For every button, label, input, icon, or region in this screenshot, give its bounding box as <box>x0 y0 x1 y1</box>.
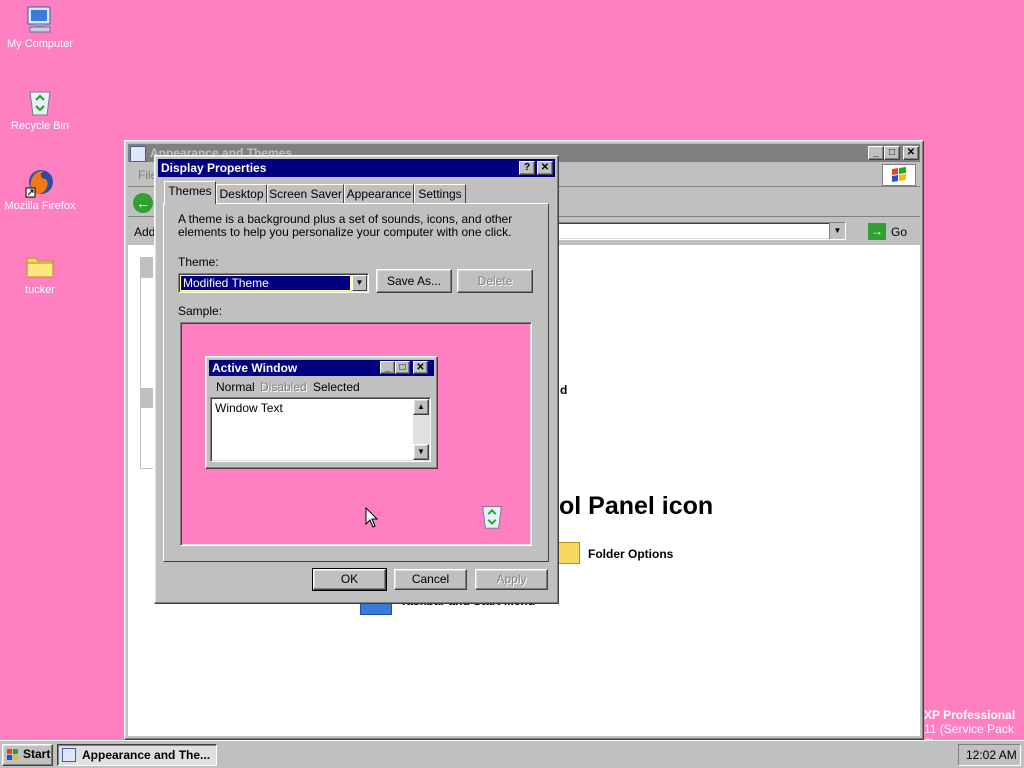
minimize-icon: _ <box>380 361 395 374</box>
desktop-icon-tucker[interactable]: tucker <box>0 250 80 296</box>
desktop-icon-mozilla-firefox[interactable]: Mozilla Firefox <box>0 166 80 212</box>
address-input[interactable]: ▼ <box>556 222 846 240</box>
theme-select[interactable]: Modified Theme ▼ <box>178 273 369 293</box>
sample-active-window: Active Window _ □ ✕ Normal Disabled Sele… <box>205 356 438 469</box>
mouse-cursor-icon <box>365 506 379 529</box>
computer-icon <box>24 4 56 36</box>
theme-label: Theme: <box>178 255 219 269</box>
desktop-icon-recycle-bin[interactable]: Recycle Bin <box>0 86 80 132</box>
sample-label: Sample: <box>178 304 223 318</box>
folder-options-icon <box>556 542 580 564</box>
chevron-up-icon: ▲ <box>413 399 429 415</box>
recycle-bin-icon <box>477 501 507 531</box>
close-button[interactable]: ✕ <box>903 146 919 160</box>
maximize-icon: □ <box>395 361 410 374</box>
address-label: Add <box>134 225 156 239</box>
theme-description: A theme is a background plus a set of so… <box>178 212 513 239</box>
tab-label: Settings <box>418 187 462 201</box>
go-label: Go <box>891 225 908 239</box>
windows-flag-icon <box>6 748 20 762</box>
sample-window-text: Window Text <box>215 401 283 415</box>
watermark-line-1: XP Professional <box>924 708 1016 722</box>
go-arrow-icon: → <box>868 223 886 240</box>
system-tray: 12:02 AM <box>958 744 1021 766</box>
tab-appearance[interactable]: Appearance <box>344 184 414 203</box>
desktop-icon-label: tucker <box>25 284 55 296</box>
go-button[interactable]: → Go <box>866 222 910 242</box>
tab-themes[interactable]: Themes <box>164 181 216 204</box>
sample-window-client: Window Text ▲ ▼ <box>210 397 431 462</box>
sample-menu-normal: Normal <box>216 380 255 394</box>
recycle-bin-icon <box>24 86 56 118</box>
minimize-button[interactable]: _ <box>868 146 884 160</box>
desktop-icon-label: My Computer <box>6 38 74 50</box>
taskbar-item-label: Appearance and The... <box>82 748 211 762</box>
taskbar: Start Appearance and The... 12:02 AM <box>0 740 1024 768</box>
tab-label: Themes <box>168 184 212 198</box>
cancel-button[interactable]: Cancel <box>394 569 467 590</box>
sample-scrollbar: ▲ ▼ <box>413 399 429 460</box>
close-icon: ✕ <box>413 361 428 374</box>
clock[interactable]: 12:02 AM <box>966 748 1017 762</box>
start-button[interactable]: Start <box>2 744 53 766</box>
sample-menu-disabled: Disabled <box>260 380 307 394</box>
desktop-icon-label: Recycle Bin <box>10 120 70 132</box>
ok-button[interactable]: OK <box>312 568 387 591</box>
firefox-icon <box>24 166 56 198</box>
sample-menu-selected: Selected <box>313 380 360 394</box>
content-fragment: d <box>560 383 568 397</box>
chevron-down-icon: ▼ <box>413 444 429 460</box>
tab-settings[interactable]: Settings <box>414 184 466 203</box>
desktop-icon-my-computer[interactable]: My Computer <box>0 4 80 50</box>
save-as-button[interactable]: Save As... <box>376 269 452 293</box>
folder-icon <box>24 250 56 282</box>
apply-button: Apply <box>475 569 548 590</box>
tab-desktop[interactable]: Desktop <box>216 184 267 203</box>
chevron-down-icon[interactable]: ▼ <box>352 275 367 291</box>
dialog-title-bar[interactable]: Display Properties <box>158 159 555 177</box>
tab-label: Appearance <box>346 187 412 201</box>
sample-window-title: Active Window <box>212 361 298 375</box>
help-button[interactable]: ? <box>519 161 535 175</box>
close-button[interactable]: ✕ <box>537 161 553 175</box>
side-panel <box>140 257 153 469</box>
chevron-down-icon[interactable]: ▼ <box>829 223 845 239</box>
back-arrow-icon[interactable]: ← <box>133 193 153 213</box>
pick-control-panel-heading: ol Panel icon <box>559 492 714 520</box>
tab-screen-saver[interactable]: Screen Saver <box>267 184 344 203</box>
tab-label: Desktop <box>219 187 264 201</box>
tab-label: Screen Saver <box>269 187 342 201</box>
control-panel-icon <box>130 146 146 162</box>
theme-select-value: Modified Theme <box>180 275 351 291</box>
dialog-title: Display Properties <box>161 161 267 175</box>
desktop-icon-label: Mozilla Firefox <box>4 200 76 212</box>
delete-button: Delete <box>457 269 533 293</box>
windows-logo-icon <box>882 164 916 186</box>
maximize-button[interactable]: □ <box>884 146 900 160</box>
taskbar-item-appearance[interactable]: Appearance and The... <box>57 744 217 766</box>
start-label: Start <box>23 747 51 761</box>
control-panel-icon <box>62 748 76 762</box>
folder-options-label: Folder Options <box>588 547 674 561</box>
